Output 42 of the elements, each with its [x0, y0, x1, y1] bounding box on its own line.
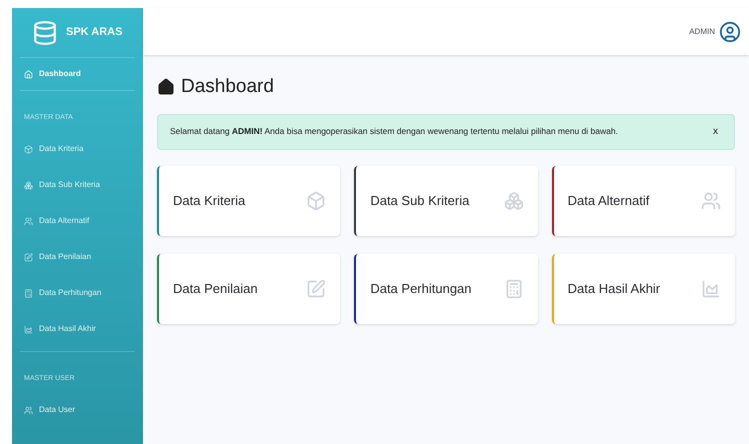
card-title: Data Sub Kriteria — [370, 192, 470, 210]
menu-card[interactable]: Data Penilaian — [157, 254, 340, 324]
page-title: Dashboard — [181, 75, 274, 99]
edit-icon — [24, 252, 33, 262]
sidebar-item[interactable]: Data Perhitungan — [12, 275, 143, 311]
area-chart-icon — [24, 324, 33, 334]
users-icon — [24, 406, 33, 414]
cubes-icon — [504, 190, 524, 210]
sidebar-item[interactable]: Dashboard — [12, 58, 143, 90]
menu-card[interactable]: Data Perhitungan — [354, 254, 538, 324]
cube-icon — [24, 144, 33, 154]
edit-icon — [306, 278, 326, 298]
menu-card[interactable]: Data Kriteria — [157, 166, 340, 236]
card-title: Data Perhitungan — [370, 280, 472, 298]
menu-card[interactable]: Data Sub Kriteria — [354, 166, 538, 236]
cubes-icon — [24, 180, 33, 190]
sidebar-item[interactable]: Data User — [12, 392, 143, 428]
database-icon — [32, 20, 58, 46]
sidebar-item[interactable]: Data Alternatif — [12, 203, 143, 239]
sidebar-item[interactable]: Data Sub Kriteria — [12, 167, 143, 203]
users-icon — [700, 190, 721, 210]
menu-card[interactable]: Data Hasil Akhir — [552, 254, 735, 324]
sidebar-item[interactable]: Data Kriteria — [12, 131, 143, 167]
calculator-icon — [504, 278, 524, 298]
users-icon — [24, 216, 33, 226]
home-icon — [157, 78, 175, 96]
alert-message: Selamat datang ADMIN! Anda bisa mengoperasikan sistem dengan wewenang tertentu melalui pilihan menu di bawah. — [170, 125, 618, 138]
home-icon — [24, 70, 33, 78]
user-name: ADMIN — [689, 26, 715, 38]
menu-card[interactable]: Data Alternatif — [552, 166, 735, 236]
close-button[interactable]: x — [709, 124, 722, 139]
brand-name: SPK ARAS — [66, 25, 122, 40]
card-title: Data Penilaian — [173, 280, 258, 298]
cube-icon — [306, 190, 326, 210]
card-title: Data Kriteria — [173, 192, 246, 210]
user-avatar-icon[interactable] — [719, 20, 741, 42]
calculator-icon — [24, 288, 33, 298]
area-chart-icon — [700, 278, 721, 298]
sidebar-item[interactable]: Data Hasil Akhir — [12, 311, 143, 347]
card-title: Data Alternatif — [568, 192, 650, 210]
sidebar-item[interactable]: Data Penilaian — [12, 239, 143, 275]
card-title: Data Hasil Akhir — [568, 280, 660, 298]
